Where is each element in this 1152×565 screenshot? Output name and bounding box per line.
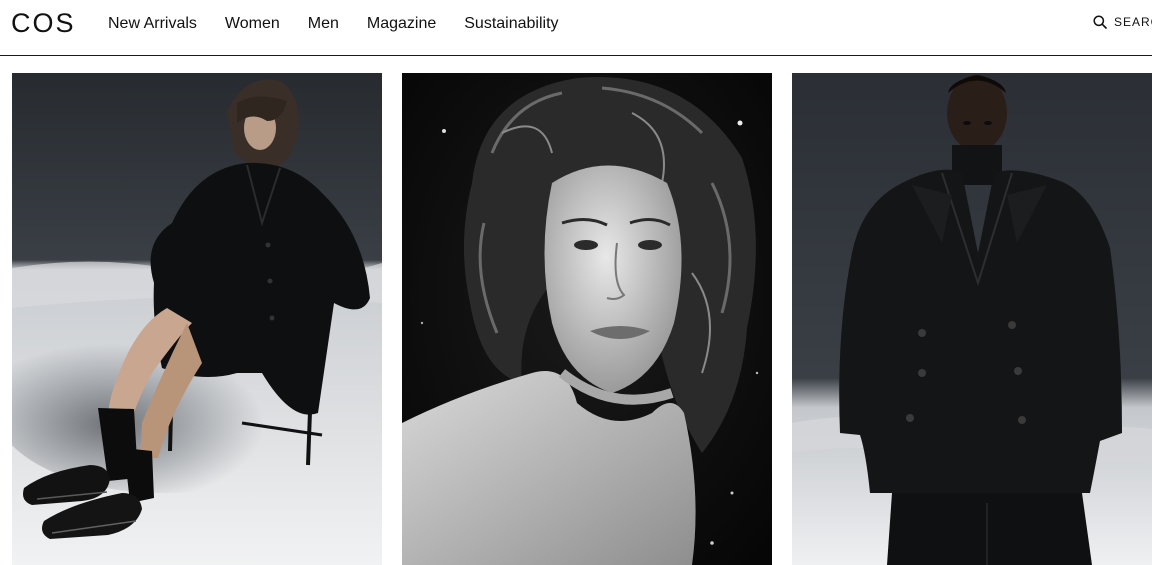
- nav-item-sustainability[interactable]: Sustainability: [464, 14, 558, 34]
- search-icon: [1093, 15, 1107, 29]
- campaign-image-men-coat[interactable]: [792, 73, 1152, 565]
- site-header: COS New Arrivals Women Men Magazine Sust…: [0, 0, 1152, 56]
- nav-item-women[interactable]: Women: [225, 14, 280, 34]
- search-button[interactable]: SEARCH: [1093, 14, 1152, 30]
- main-nav: New Arrivals Women Men Magazine Sustaina…: [108, 14, 587, 34]
- search-label: SEARCH: [1114, 15, 1152, 29]
- campaign-image-portrait[interactable]: [402, 73, 772, 565]
- nav-item-magazine[interactable]: Magazine: [367, 14, 436, 34]
- campaign-image-women-coat[interactable]: [12, 73, 382, 565]
- campaign-gallery: [12, 73, 1152, 565]
- brand-logo[interactable]: COS: [11, 8, 76, 38]
- nav-item-new-arrivals[interactable]: New Arrivals: [108, 14, 197, 34]
- nav-item-men[interactable]: Men: [308, 14, 339, 34]
